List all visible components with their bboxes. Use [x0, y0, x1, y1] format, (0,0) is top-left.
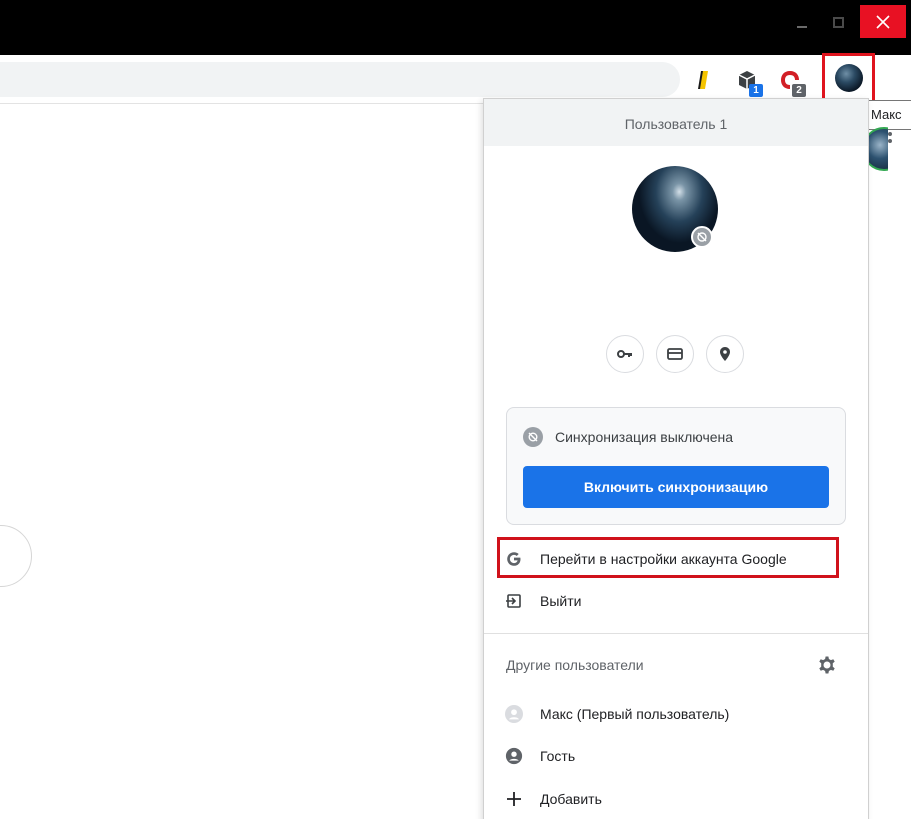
- sync-off-icon: [523, 427, 543, 447]
- other-users-heading: Другие пользователи: [506, 657, 644, 673]
- profile-avatar-icon: [834, 64, 863, 92]
- passwords-button[interactable]: [606, 335, 644, 373]
- profile-menu-header: Пользователь 1: [484, 99, 868, 146]
- yandex-extension-button[interactable]: [690, 66, 718, 94]
- plus-icon: [504, 789, 524, 809]
- page-circle-button[interactable]: [0, 525, 32, 587]
- key-icon: [617, 350, 632, 358]
- location-pin-icon: [720, 347, 730, 361]
- manage-people-button[interactable]: [817, 655, 837, 675]
- maximize-button[interactable]: [824, 8, 852, 36]
- turn-on-sync-button[interactable]: Включить синхронизацию: [523, 466, 829, 508]
- sign-out-label: Выйти: [540, 593, 582, 609]
- addresses-button[interactable]: [706, 335, 744, 373]
- sign-out-icon: [504, 591, 524, 611]
- address-bar[interactable]: [0, 62, 680, 97]
- other-user-item[interactable]: Макс (Первый пользователь): [504, 702, 729, 726]
- minimize-button[interactable]: [788, 8, 816, 36]
- add-user-label: Добавить: [540, 791, 602, 807]
- sign-out-item[interactable]: Выйти: [504, 589, 581, 613]
- extension-box-button[interactable]: 1: [733, 66, 763, 97]
- add-user-item[interactable]: Добавить: [504, 787, 602, 811]
- extension-badge: 2: [792, 84, 806, 97]
- highlight-frame: [497, 537, 839, 578]
- sync-status-row: Синхронизация выключена: [523, 427, 733, 447]
- divider: [484, 633, 868, 634]
- guest-label: Гость: [540, 748, 576, 764]
- browser-window: 1 2 Макс Пользователь 1 Синхронизация вы…: [0, 0, 911, 819]
- person-avatar-icon: [504, 704, 524, 724]
- payment-methods-button[interactable]: [656, 335, 694, 373]
- close-icon: [876, 14, 890, 29]
- gear-icon: [819, 656, 835, 674]
- sync-card: Синхронизация выключена Включить синхрон…: [506, 407, 846, 525]
- maximize-icon: [832, 16, 844, 28]
- toolbar: 1 2: [0, 55, 911, 143]
- profile-menu: Пользователь 1 Синхронизация выключена В…: [483, 98, 869, 819]
- sync-status-text: Синхронизация выключена: [555, 429, 734, 445]
- other-user-label: Макс (Первый пользователь): [540, 706, 730, 722]
- sync-off-badge-icon: [691, 226, 713, 248]
- extension-badge: 1: [749, 84, 763, 97]
- title-bar: [0, 0, 911, 55]
- close-button[interactable]: [860, 5, 906, 38]
- guest-item[interactable]: Гость: [504, 744, 575, 768]
- guest-icon: [504, 746, 524, 766]
- opera-vpn-button[interactable]: 2: [776, 66, 806, 97]
- profile-button[interactable]: [822, 53, 875, 103]
- card-icon: [667, 348, 683, 360]
- yandex-bookmark-icon: [698, 71, 708, 89]
